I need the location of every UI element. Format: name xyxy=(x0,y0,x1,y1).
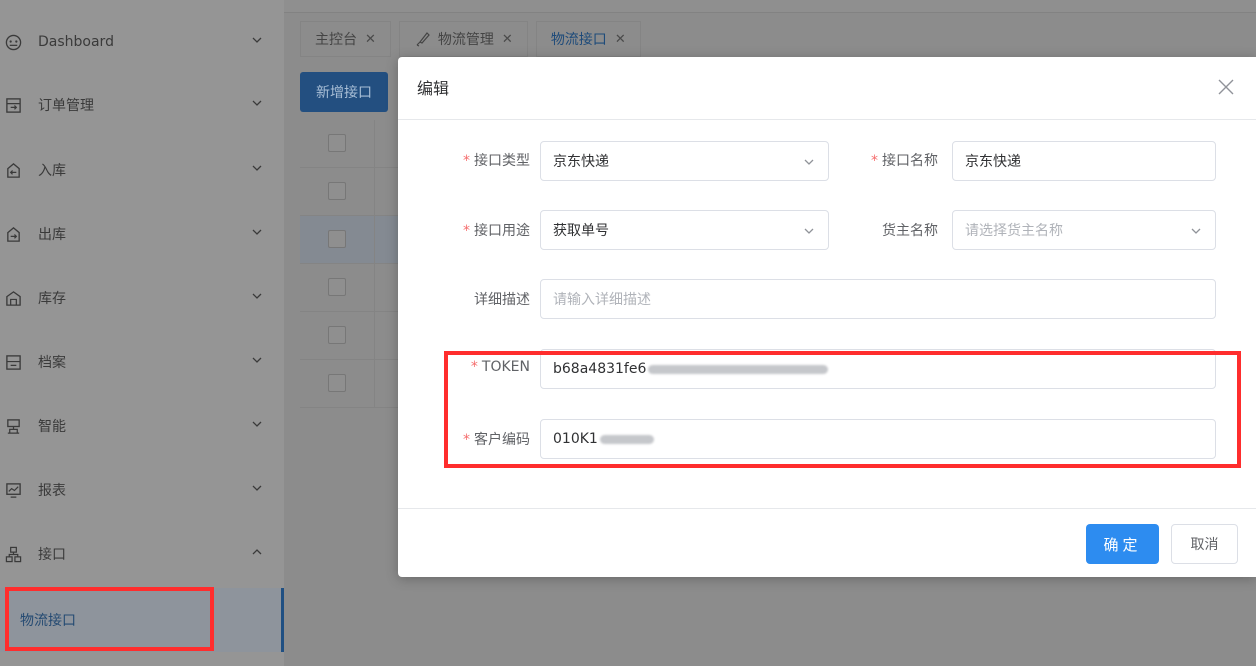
close-icon[interactable]: ✕ xyxy=(615,32,626,47)
interface-type-label: * 接口类型 xyxy=(463,153,530,169)
tab-logistics-management[interactable]: 物流管理 ✕ xyxy=(398,21,528,57)
divider xyxy=(398,119,1256,120)
checkbox[interactable] xyxy=(328,374,346,392)
sidebar-subitem-logistics-interface[interactable]: 物流接口 xyxy=(0,588,284,652)
table-row xyxy=(300,312,400,360)
checkbox[interactable] xyxy=(328,326,346,344)
close-icon[interactable] xyxy=(1216,77,1236,97)
inbound-icon xyxy=(4,161,22,179)
sidebar-item-archive[interactable]: 档案 xyxy=(0,334,284,390)
chevron-down-icon xyxy=(250,225,264,239)
checkbox[interactable] xyxy=(328,230,346,248)
edit-dialog: 编辑 * 接口类型 京东快递 * 接口名称 京东快递 * 接口用途 获取单号 货主名称… xyxy=(398,57,1256,577)
redacted-text xyxy=(648,364,829,374)
cancel-button[interactable]: 取消 xyxy=(1171,524,1238,564)
token-input[interactable]: b68a4831fe6 xyxy=(540,349,1216,389)
description-input[interactable]: 请输入详细描述 xyxy=(540,279,1216,319)
tab-label: 主控台 xyxy=(315,32,357,48)
sidebar-item-report[interactable]: 报表 xyxy=(0,462,284,518)
data-table xyxy=(300,120,400,412)
interface-icon xyxy=(4,545,22,563)
input-value: 京东快递 xyxy=(965,154,1021,170)
sidebar-item-label: 档案 xyxy=(38,355,66,371)
table-row xyxy=(300,264,400,312)
divider xyxy=(398,508,1256,509)
outbound-icon xyxy=(4,225,22,243)
inventory-icon xyxy=(4,289,22,307)
sidebar-item-label: 订单管理 xyxy=(38,98,94,114)
chevron-down-icon xyxy=(250,417,264,431)
dialog-title: 编辑 xyxy=(417,79,450,98)
interface-type-select[interactable]: 京东快递 xyxy=(540,141,829,181)
select-value: 京东快递 xyxy=(553,154,609,170)
chevron-down-icon xyxy=(250,161,264,175)
close-icon[interactable]: ✕ xyxy=(365,32,376,47)
sidebar-item-label: 库存 xyxy=(38,291,66,307)
sidebar: Dashboard 订单管理 入库 出库 库存 档案 智能 报表 接口 物流接口 xyxy=(0,0,284,666)
table-row xyxy=(300,360,400,408)
dashboard-icon xyxy=(4,33,22,51)
brush-icon xyxy=(414,30,432,48)
top-bar xyxy=(284,0,1256,13)
sidebar-item-inbound[interactable]: 入库 xyxy=(0,142,284,198)
chevron-down-icon xyxy=(802,224,816,238)
checkbox[interactable] xyxy=(328,134,346,152)
customer-code-label: * 客户编码 xyxy=(463,432,530,448)
sidebar-item-inventory[interactable]: 库存 xyxy=(0,270,284,326)
sidebar-item-label: Dashboard xyxy=(38,34,114,50)
interface-use-label: * 接口用途 xyxy=(463,223,530,239)
sidebar-item-label: 出库 xyxy=(38,227,66,243)
chevron-down-icon xyxy=(250,289,264,303)
customer-code-input[interactable]: 010K1 xyxy=(540,419,1216,459)
description-label: 详细描述 xyxy=(474,292,530,308)
sidebar-item-label: 智能 xyxy=(38,419,66,435)
select-value: 获取单号 xyxy=(553,223,609,239)
sidebar-item-smart[interactable]: 智能 xyxy=(0,398,284,454)
sidebar-item-label: 接口 xyxy=(38,547,66,563)
redacted-text xyxy=(599,434,654,444)
sidebar-item-interface[interactable]: 接口 xyxy=(0,526,284,582)
tab-label: 物流接口 xyxy=(550,32,607,48)
sidebar-item-orders[interactable]: 订单管理 xyxy=(0,77,284,133)
select-placeholder: 请选择货主名称 xyxy=(965,223,1063,239)
table-row xyxy=(300,216,400,264)
confirm-button[interactable]: 确定 xyxy=(1086,524,1159,564)
chevron-down-icon xyxy=(250,481,264,495)
input-value: 010K1 xyxy=(553,431,598,447)
report-icon xyxy=(4,481,22,499)
smart-icon xyxy=(4,417,22,435)
interface-name-input[interactable]: 京东快递 xyxy=(952,141,1216,181)
tab-logistics-interface[interactable]: 物流接口 ✕ xyxy=(535,21,641,57)
input-placeholder: 请输入详细描述 xyxy=(553,292,651,308)
tab-label: 物流管理 xyxy=(437,32,494,48)
table-row xyxy=(300,120,400,168)
archive-icon xyxy=(4,353,22,371)
sidebar-item-label: 报表 xyxy=(38,483,66,499)
interface-name-label: * 接口名称 xyxy=(871,153,938,169)
tab-console[interactable]: 主控台 ✕ xyxy=(300,21,391,57)
checkbox[interactable] xyxy=(328,182,346,200)
sidebar-item-label: 入库 xyxy=(38,163,66,179)
chevron-down-icon xyxy=(250,33,264,47)
token-label: * TOKEN xyxy=(470,359,530,375)
owner-name-select[interactable]: 请选择货主名称 xyxy=(952,210,1216,250)
order-icon xyxy=(4,96,22,114)
input-value: b68a4831fe6 xyxy=(553,361,647,377)
chevron-up-icon xyxy=(250,545,264,559)
close-icon[interactable]: ✕ xyxy=(502,32,513,47)
tab-bar: 主控台 ✕ 物流管理 ✕ 物流接口 ✕ xyxy=(300,21,649,57)
checkbox[interactable] xyxy=(328,278,346,296)
chevron-down-icon xyxy=(802,155,816,169)
owner-name-label: 货主名称 xyxy=(882,223,938,239)
sidebar-item-dashboard[interactable]: Dashboard xyxy=(0,14,284,70)
sidebar-subitem-label: 物流接口 xyxy=(20,613,76,629)
chevron-down-icon xyxy=(1189,224,1203,238)
chevron-down-icon xyxy=(250,353,264,367)
interface-use-select[interactable]: 获取单号 xyxy=(540,210,829,250)
table-row xyxy=(300,168,400,216)
sidebar-item-outbound[interactable]: 出库 xyxy=(0,206,284,262)
add-interface-button[interactable]: 新增接口 xyxy=(300,72,388,112)
chevron-down-icon xyxy=(250,96,264,110)
